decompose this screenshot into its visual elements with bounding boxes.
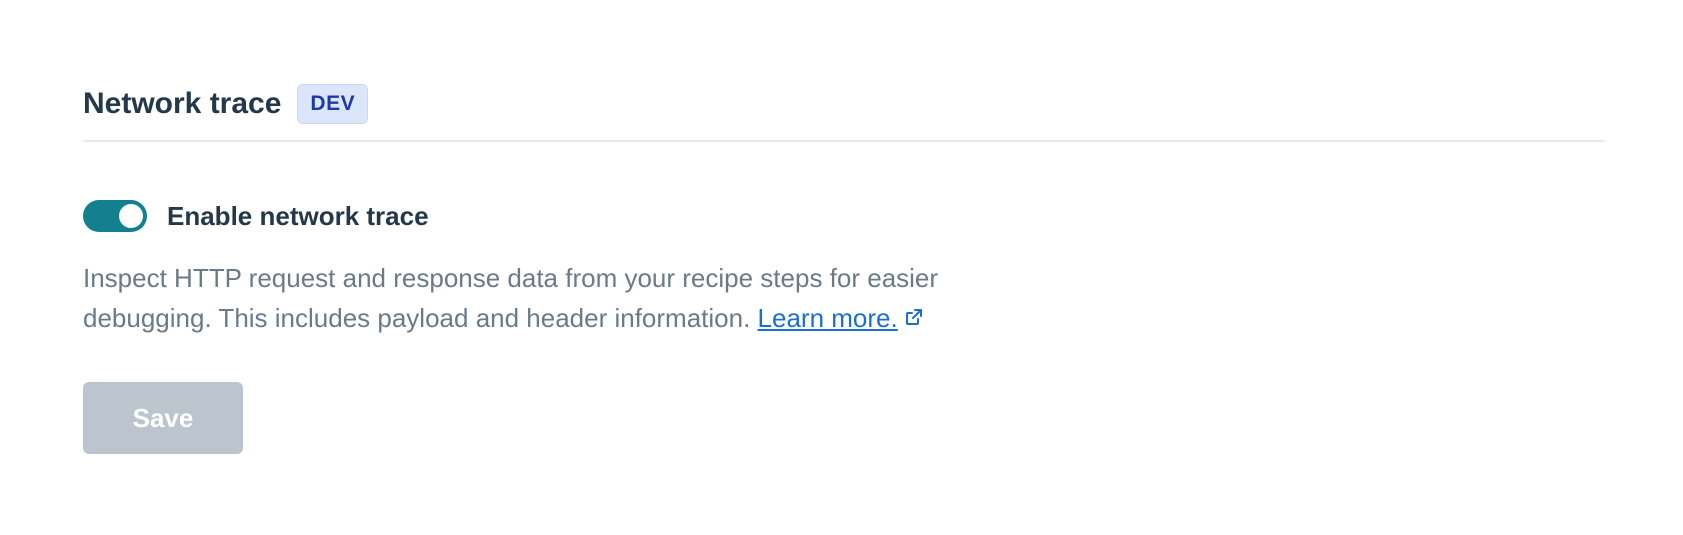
toggle-label: Enable network trace — [167, 200, 429, 231]
settings-page: Network trace DEV Enable network trace I… — [0, 0, 1683, 535]
save-button[interactable]: Save — [83, 382, 243, 455]
learn-more-label: Learn more. — [757, 303, 898, 333]
dev-badge: DEV — [297, 84, 369, 124]
learn-more-link[interactable]: Learn more. — [758, 303, 898, 333]
toggle-knob — [119, 204, 143, 228]
enable-network-trace-toggle[interactable] — [83, 200, 147, 232]
external-link-icon[interactable] — [904, 298, 924, 338]
toggle-row: Enable network trace — [83, 200, 1605, 232]
section-header: Network trace DEV — [83, 82, 1605, 142]
description: Inspect HTTP request and response data f… — [83, 258, 983, 338]
network-trace-section: Network trace DEV Enable network trace I… — [83, 82, 1605, 455]
section-title: Network trace — [83, 87, 282, 120]
